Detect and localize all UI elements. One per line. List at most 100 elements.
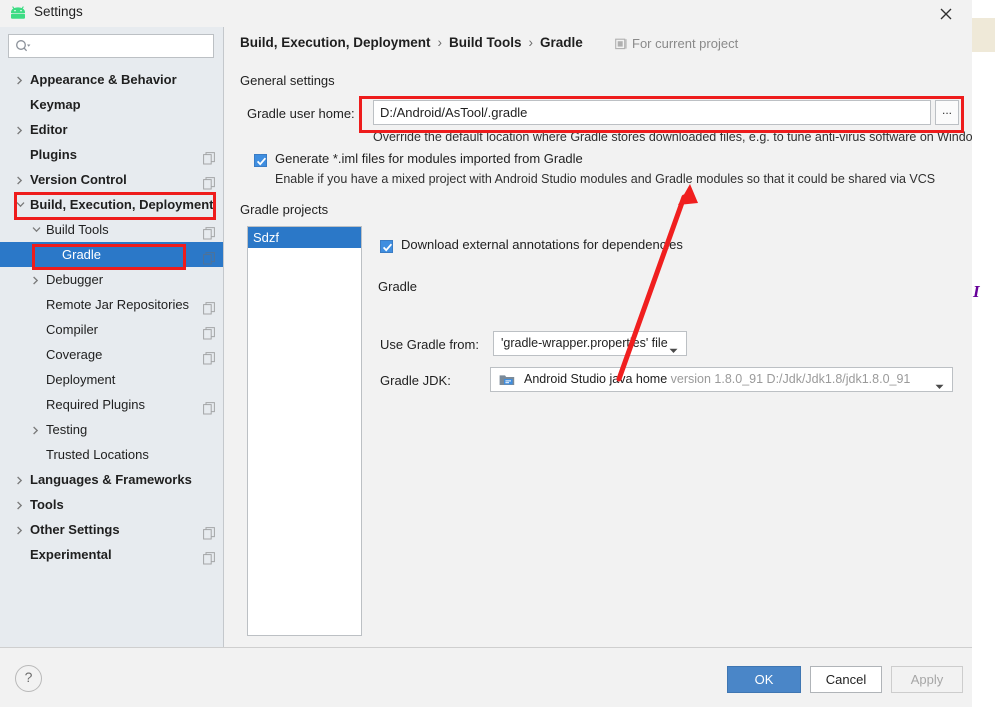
section-gradle-projects: Gradle projects — [240, 202, 957, 218]
sidebar-item-label: Build Tools — [46, 222, 109, 237]
sidebar-item-build-execution-deployment[interactable]: Build, Execution, Deployment — [0, 192, 223, 217]
breadcrumb-separator-2: › — [528, 35, 534, 50]
sidebar-item-label: Editor — [30, 122, 68, 137]
gradle-user-home-browse-button[interactable]: ... — [935, 100, 959, 125]
chevron-right-icon[interactable] — [14, 492, 28, 517]
sidebar-item-other-settings[interactable]: Other Settings — [0, 517, 223, 542]
section-general-settings: General settings — [240, 73, 957, 89]
sidebar-item-plugins[interactable]: Plugins — [0, 142, 223, 167]
chevron-down-icon[interactable] — [14, 192, 28, 217]
gradle-user-home-input[interactable] — [373, 100, 931, 125]
copy-settings-icon[interactable] — [203, 323, 215, 340]
sidebar-item-label: Experimental — [30, 547, 112, 562]
copy-settings-icon[interactable] — [203, 148, 215, 165]
copy-settings-icon[interactable] — [203, 523, 215, 540]
gradle-jdk-label: Gradle JDK: — [380, 373, 451, 388]
breadcrumb-part-3[interactable]: Gradle — [540, 35, 583, 50]
sidebar-item-gradle[interactable]: Gradle — [0, 242, 223, 267]
checkbox-checked-icon[interactable] — [254, 154, 267, 167]
chevron-right-icon[interactable] — [30, 267, 44, 292]
sidebar-item-build-tools[interactable]: Build Tools — [0, 217, 223, 242]
copy-settings-icon[interactable] — [203, 348, 215, 365]
search-input[interactable] — [37, 37, 211, 57]
generate-iml-hint: Enable if you have a mixed project with … — [275, 172, 936, 186]
sidebar-item-label: Plugins — [30, 147, 77, 162]
search-box[interactable] — [8, 34, 214, 58]
copy-settings-icon[interactable] — [203, 298, 215, 315]
sidebar-item-label: Gradle — [62, 247, 102, 262]
sidebar-item-required-plugins[interactable]: Required Plugins — [0, 392, 223, 417]
sidebar-item-appearance-behavior[interactable]: Appearance & Behavior — [0, 67, 223, 92]
sidebar-item-label: Build, Execution, Deployment — [30, 197, 214, 212]
settings-dialog: Settings Appearance & Behavior Keymap Edit… — [0, 0, 972, 707]
section-general-settings-label: General settings — [240, 73, 343, 88]
chevron-right-icon[interactable] — [14, 67, 28, 92]
sidebar-item-coverage[interactable]: Coverage — [0, 342, 223, 367]
chevron-right-icon[interactable] — [30, 417, 44, 442]
gradle-jdk-dropdown[interactable]: Android Studio java home version 1.8.0_9… — [490, 367, 953, 392]
chevron-right-icon[interactable] — [14, 167, 28, 192]
breadcrumb-part-2[interactable]: Build Tools — [449, 35, 522, 50]
background-highlight-band — [971, 18, 995, 52]
sidebar-item-label: Deployment — [46, 372, 116, 387]
cancel-button[interactable]: Cancel — [810, 666, 882, 693]
gradle-user-home-hint: Override the default location where Grad… — [373, 130, 972, 144]
dialog-title: Settings — [34, 4, 83, 19]
chevron-right-icon[interactable] — [14, 117, 28, 142]
dialog-footer: ? OK Cancel Apply — [0, 647, 972, 707]
apply-button[interactable]: Apply — [891, 666, 963, 693]
sidebar-item-deployment[interactable]: Deployment — [0, 367, 223, 392]
copy-settings-icon[interactable] — [203, 223, 215, 240]
use-gradle-from-label: Use Gradle from: — [380, 337, 479, 352]
breadcrumb-separator-1: › — [437, 35, 443, 50]
sidebar-item-keymap[interactable]: Keymap — [0, 92, 223, 117]
ok-button[interactable]: OK — [727, 666, 801, 693]
chevron-down-icon — [669, 342, 678, 357]
gradle-project-list-item[interactable]: Sdzf — [248, 227, 361, 248]
jdk-folder-icon — [499, 373, 515, 390]
help-button[interactable]: ? — [15, 665, 42, 692]
sidebar-item-remote-jar-repositories[interactable]: Remote Jar Repositories — [0, 292, 223, 317]
sidebar-item-debugger[interactable]: Debugger — [0, 267, 223, 292]
section-rule — [378, 287, 956, 288]
sidebar-item-label: Coverage — [46, 347, 103, 362]
sidebar-item-label: Keymap — [30, 97, 81, 112]
settings-tree: Appearance & Behavior Keymap Editor Plugins… — [0, 67, 223, 567]
sidebar-item-testing[interactable]: Testing — [0, 417, 223, 442]
copy-settings-icon[interactable] — [203, 173, 215, 190]
project-scope-icon — [615, 38, 627, 53]
checkbox-checked-icon[interactable] — [380, 240, 393, 253]
sidebar-item-experimental[interactable]: Experimental — [0, 542, 223, 567]
search-icon — [15, 39, 31, 57]
chevron-down-icon — [935, 378, 944, 393]
sidebar-item-label: Testing — [46, 422, 88, 437]
chevron-right-icon[interactable] — [14, 467, 28, 492]
sidebar-item-languages-frameworks[interactable]: Languages & Frameworks — [0, 467, 223, 492]
settings-sidebar: Appearance & Behavior Keymap Editor Plugins… — [0, 27, 224, 647]
chevron-right-icon[interactable] — [14, 517, 28, 542]
use-gradle-from-value: 'gradle-wrapper.properties' file — [501, 336, 668, 350]
sidebar-item-label: Appearance & Behavior — [30, 72, 177, 87]
project-scope-label: For current project — [632, 36, 739, 51]
breadcrumb-part-1[interactable]: Build, Execution, Deployment — [240, 35, 431, 50]
sidebar-item-label: Languages & Frameworks — [30, 472, 192, 487]
sidebar-item-tools[interactable]: Tools — [0, 492, 223, 517]
background-code-text: I — [973, 282, 980, 301]
copy-settings-icon[interactable] — [203, 398, 215, 415]
copy-settings-icon[interactable] — [203, 548, 215, 565]
sidebar-item-editor[interactable]: Editor — [0, 117, 223, 142]
section-rule — [240, 81, 957, 82]
sidebar-item-version-control[interactable]: Version Control — [0, 167, 223, 192]
chevron-down-icon[interactable] — [30, 217, 44, 242]
sidebar-item-label: Remote Jar Repositories — [46, 297, 190, 312]
sidebar-item-label: Trusted Locations — [46, 447, 149, 462]
use-gradle-from-dropdown[interactable]: 'gradle-wrapper.properties' file — [493, 331, 687, 356]
close-icon[interactable] — [924, 0, 968, 27]
breadcrumb: Build, Execution, Deployment › Build Tools… — [240, 35, 583, 50]
gradle-project-list[interactable]: Sdzf — [247, 226, 362, 636]
sidebar-item-trusted-locations[interactable]: Trusted Locations — [0, 442, 223, 467]
copy-settings-icon[interactable] — [203, 248, 215, 265]
sidebar-item-compiler[interactable]: Compiler — [0, 317, 223, 342]
gradle-user-home-label: Gradle user home: — [247, 106, 355, 121]
sidebar-item-label: Tools — [30, 497, 64, 512]
